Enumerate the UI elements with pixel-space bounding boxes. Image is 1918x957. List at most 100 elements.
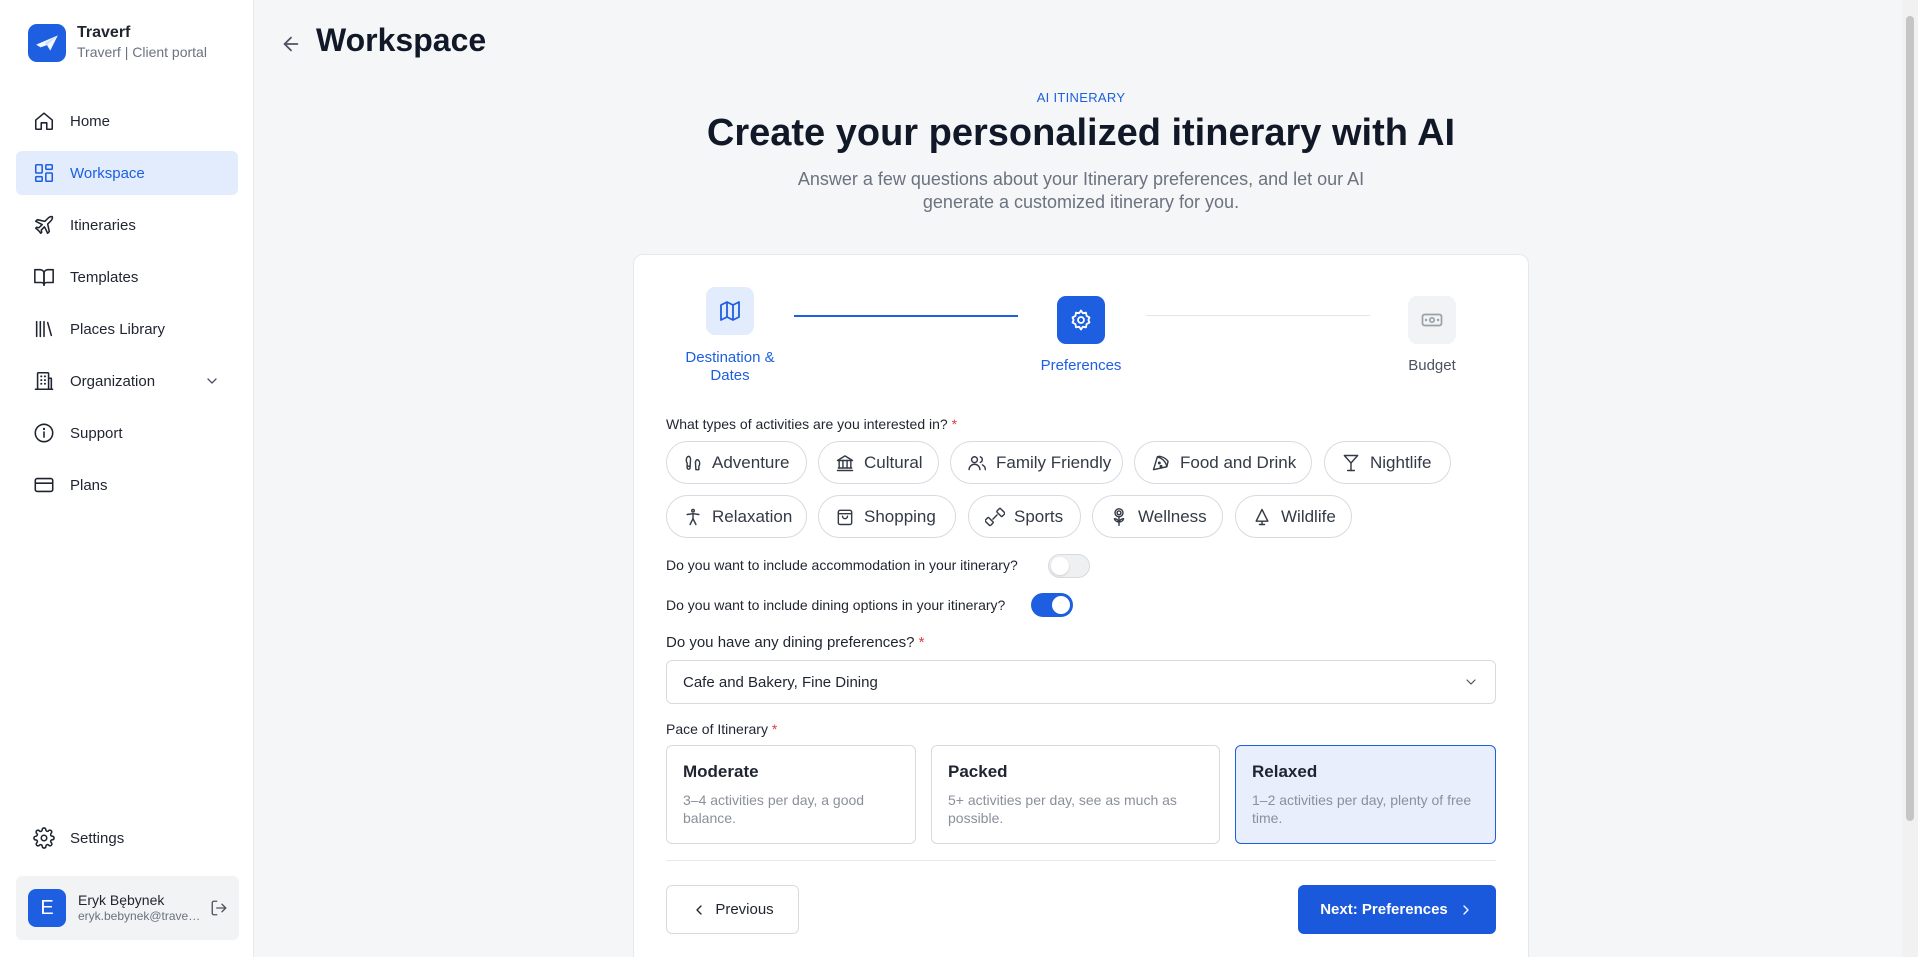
step-destination-label: Destination & Dates (685, 349, 775, 384)
cocktail-glass-icon (1341, 453, 1361, 473)
pace-option-moderate[interactable]: Moderate 3–4 activities per day, a good … (666, 745, 916, 844)
dining-preferences-label: Do you have any dining preferences? * (666, 634, 925, 651)
toggle-knob (1051, 557, 1069, 575)
stepper-line-upcoming (1146, 315, 1370, 316)
accommodation-toggle[interactable] (1048, 554, 1090, 578)
select-value: Cafe and Bakery, Fine Dining (683, 673, 878, 691)
landmark-icon (835, 453, 855, 473)
hero-title: Create your personalized itinerary with … (706, 112, 1456, 154)
chevron-down-icon (1463, 674, 1479, 690)
sidebar-item-label: Workspace (70, 164, 145, 182)
chip-cultural[interactable]: Cultural (818, 441, 939, 484)
footprints-icon (683, 453, 703, 473)
chevron-right-icon (1463, 904, 1469, 915)
user-card[interactable]: E Eryk Bębynek eryk.bebynek@traverf.com (16, 876, 239, 940)
activities-question-text: What types of activities are you interes… (666, 416, 948, 432)
sidebar-nav: Home Workspace Itineraries Templates Pla… (16, 99, 238, 515)
sidebar-item-label: Plans (70, 476, 108, 494)
dining-preferences-text: Do you have any dining preferences? (666, 634, 915, 651)
chip-adventure[interactable]: Adventure (666, 441, 807, 484)
previous-button[interactable]: Previous (666, 885, 799, 934)
chip-food-and-drink[interactable]: Food and Drink (1134, 441, 1312, 484)
form-divider (666, 860, 1496, 861)
sidebar-item-label: Organization (70, 372, 156, 390)
sidebar-item-itineraries[interactable]: Itineraries (16, 203, 238, 247)
required-mark: * (951, 416, 958, 432)
activities-question-label: What types of activities are you interes… (666, 416, 957, 432)
step-destination-icon[interactable] (706, 287, 754, 335)
building-icon (32, 369, 56, 393)
sidebar-item-settings[interactable]: Settings (16, 816, 238, 860)
user-email: eryk.bebynek@traverf.com (78, 909, 202, 923)
chip-shopping[interactable]: Shopping (818, 495, 956, 538)
required-mark: * (918, 634, 925, 651)
previous-button-label: Previous (715, 901, 774, 918)
dining-preferences-select[interactable]: Cafe and Bakery, Fine Dining (666, 660, 1496, 704)
accommodation-question-label: Do you want to include accommodation in … (666, 557, 1018, 573)
next-button-label: Next: Preferences (1320, 901, 1448, 918)
pace-option-relaxed[interactable]: Relaxed 1–2 activities per day, plenty o… (1235, 745, 1496, 844)
step-preferences-label: Preferences (1040, 357, 1122, 374)
pizza-icon (1151, 453, 1171, 473)
chip-label: Shopping (864, 506, 936, 526)
sidebar-item-workspace[interactable]: Workspace (16, 151, 238, 195)
next-button[interactable]: Next: Preferences (1298, 885, 1496, 934)
chip-sports[interactable]: Sports (968, 495, 1081, 538)
scrollbar-thumb[interactable] (1906, 16, 1914, 821)
grid-icon (32, 161, 56, 185)
info-icon (32, 421, 56, 445)
sidebar-item-support[interactable]: Support (16, 411, 238, 455)
dining-toggle[interactable] (1031, 593, 1073, 617)
chip-label: Nightlife (1370, 452, 1432, 472)
dumbbell-icon (985, 507, 1005, 527)
flower-icon (1109, 507, 1129, 527)
sidebar-item-label: Templates (70, 268, 139, 286)
pace-option-title: Relaxed (1252, 762, 1318, 781)
chip-wildlife[interactable]: Wildlife (1235, 495, 1352, 538)
step-budget-label: Budget (1408, 357, 1456, 374)
chip-family-friendly[interactable]: Family Friendly (950, 441, 1123, 484)
person-standing-icon (683, 507, 703, 527)
chip-label: Wellness (1138, 506, 1207, 526)
chip-label: Adventure (712, 452, 790, 472)
pace-option-description: 5+ activities per day, see as much as po… (948, 792, 1177, 826)
pace-option-packed[interactable]: Packed 5+ activities per day, see as muc… (931, 745, 1220, 844)
chip-relaxation[interactable]: Relaxation (666, 495, 807, 538)
sidebar-settings: Settings (16, 816, 238, 868)
eyebrow-label: AI ITINERARY (1036, 90, 1126, 105)
step-budget-icon[interactable] (1408, 296, 1456, 344)
chip-wellness[interactable]: Wellness (1092, 495, 1223, 538)
chevron-down-icon[interactable] (204, 373, 220, 389)
required-mark: * (771, 721, 778, 737)
pace-question-label: Pace of Itinerary * (666, 721, 777, 737)
brand-subtitle: Traverf | Client portal (77, 44, 207, 60)
sidebar-item-label: Support (70, 424, 123, 442)
sidebar-item-plans[interactable]: Plans (16, 463, 238, 507)
sidebar-item-templates[interactable]: Templates (16, 255, 238, 299)
sidebar-item-organization[interactable]: Organization (16, 359, 238, 403)
brand[interactable]: Traverf Traverf | Client portal (28, 24, 207, 62)
toggle-knob (1052, 596, 1070, 614)
step-preferences-icon[interactable] (1057, 296, 1105, 344)
shopping-bag-icon (835, 507, 855, 527)
sidebar-item-places-library[interactable]: Places Library (16, 307, 238, 351)
pace-option-title: Moderate (683, 762, 759, 781)
chip-label: Food and Drink (1180, 452, 1297, 472)
chip-label: Sports (1014, 506, 1064, 526)
chip-label: Wildlife (1281, 506, 1336, 526)
plane-icon (32, 213, 56, 237)
chip-label: Relaxation (712, 506, 793, 526)
chip-label: Cultural (864, 452, 923, 472)
chip-nightlife[interactable]: Nightlife (1324, 441, 1451, 484)
avatar: E (28, 889, 66, 927)
back-arrow-icon[interactable] (280, 33, 302, 55)
pace-option-title: Packed (948, 762, 1008, 781)
brand-logo-icon (28, 24, 66, 62)
tree-icon (1252, 507, 1272, 527)
pace-option-description: 3–4 activities per day, a good balance. (683, 792, 865, 826)
pace-question-text: Pace of Itinerary (666, 721, 768, 737)
page-scrollbar[interactable] (1902, 0, 1918, 957)
itinerary-form-card: Destination & Dates Preferences Budget W… (633, 254, 1529, 957)
logout-icon[interactable] (210, 899, 228, 917)
users-icon (967, 453, 987, 473)
